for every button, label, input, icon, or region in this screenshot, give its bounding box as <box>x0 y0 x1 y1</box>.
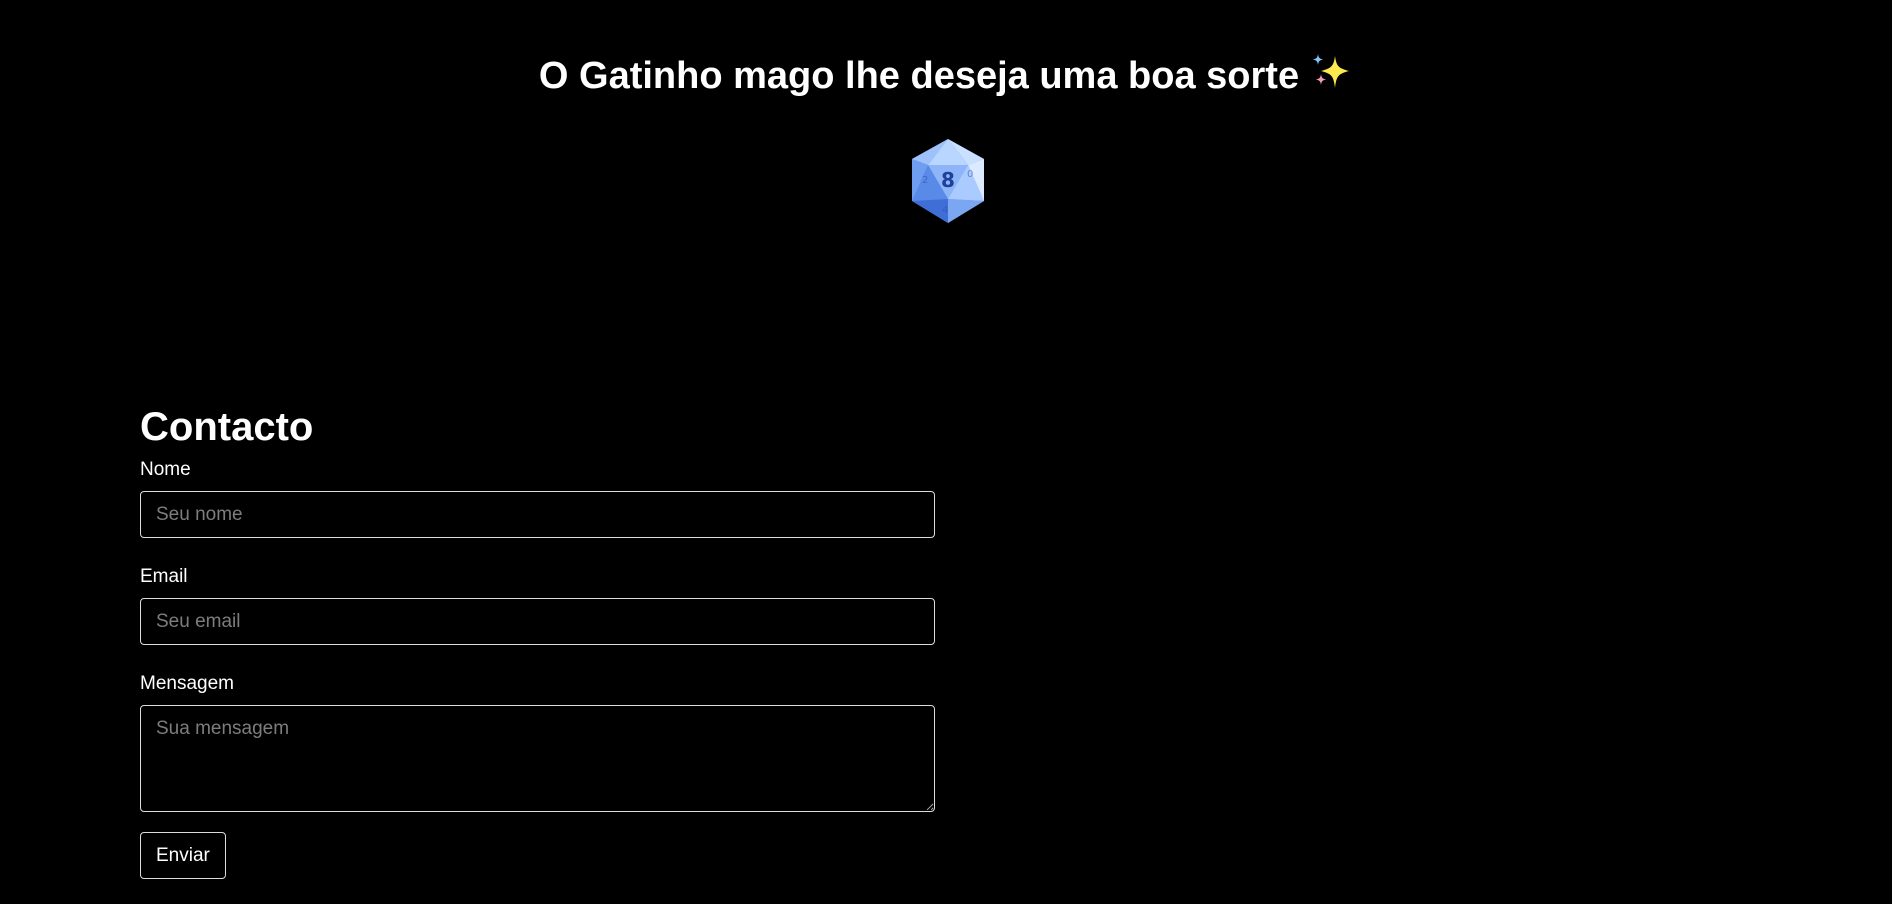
d20-dice-icon: 8 2 0 4 <box>908 137 988 225</box>
page-title: O Gatinho mago lhe deseja uma boa sorte <box>0 50 1892 101</box>
contact-form: Contacto Nome Email Mensagem Enviar <box>140 400 935 879</box>
sparkle-small-pink <box>1316 74 1327 85</box>
email-input[interactable] <box>140 598 935 645</box>
dice-small-numeral-right: 0 <box>967 169 973 180</box>
name-label: Nome <box>140 459 191 480</box>
submit-button[interactable]: Enviar <box>140 832 226 879</box>
dice-small-numeral-bottom: 4 <box>942 205 948 216</box>
dice-bottom-right-facet <box>948 199 984 223</box>
page: O Gatinho mago lhe deseja uma boa sorte … <box>0 0 1892 904</box>
page-title-text: O Gatinho mago lhe deseja uma boa sorte <box>538 55 1300 97</box>
name-input[interactable] <box>140 491 935 538</box>
dice-face-value: 8 <box>941 168 955 192</box>
email-label: Email <box>140 566 188 587</box>
sparkle-large <box>1321 56 1350 88</box>
contact-title: Contacto <box>140 405 314 449</box>
message-textarea[interactable] <box>140 705 935 812</box>
dice-small-numeral-left: 2 <box>922 175 928 186</box>
message-label: Mensagem <box>140 673 234 694</box>
sparkle-small-blue <box>1313 54 1324 65</box>
sparkles-icon <box>1309 50 1353 94</box>
